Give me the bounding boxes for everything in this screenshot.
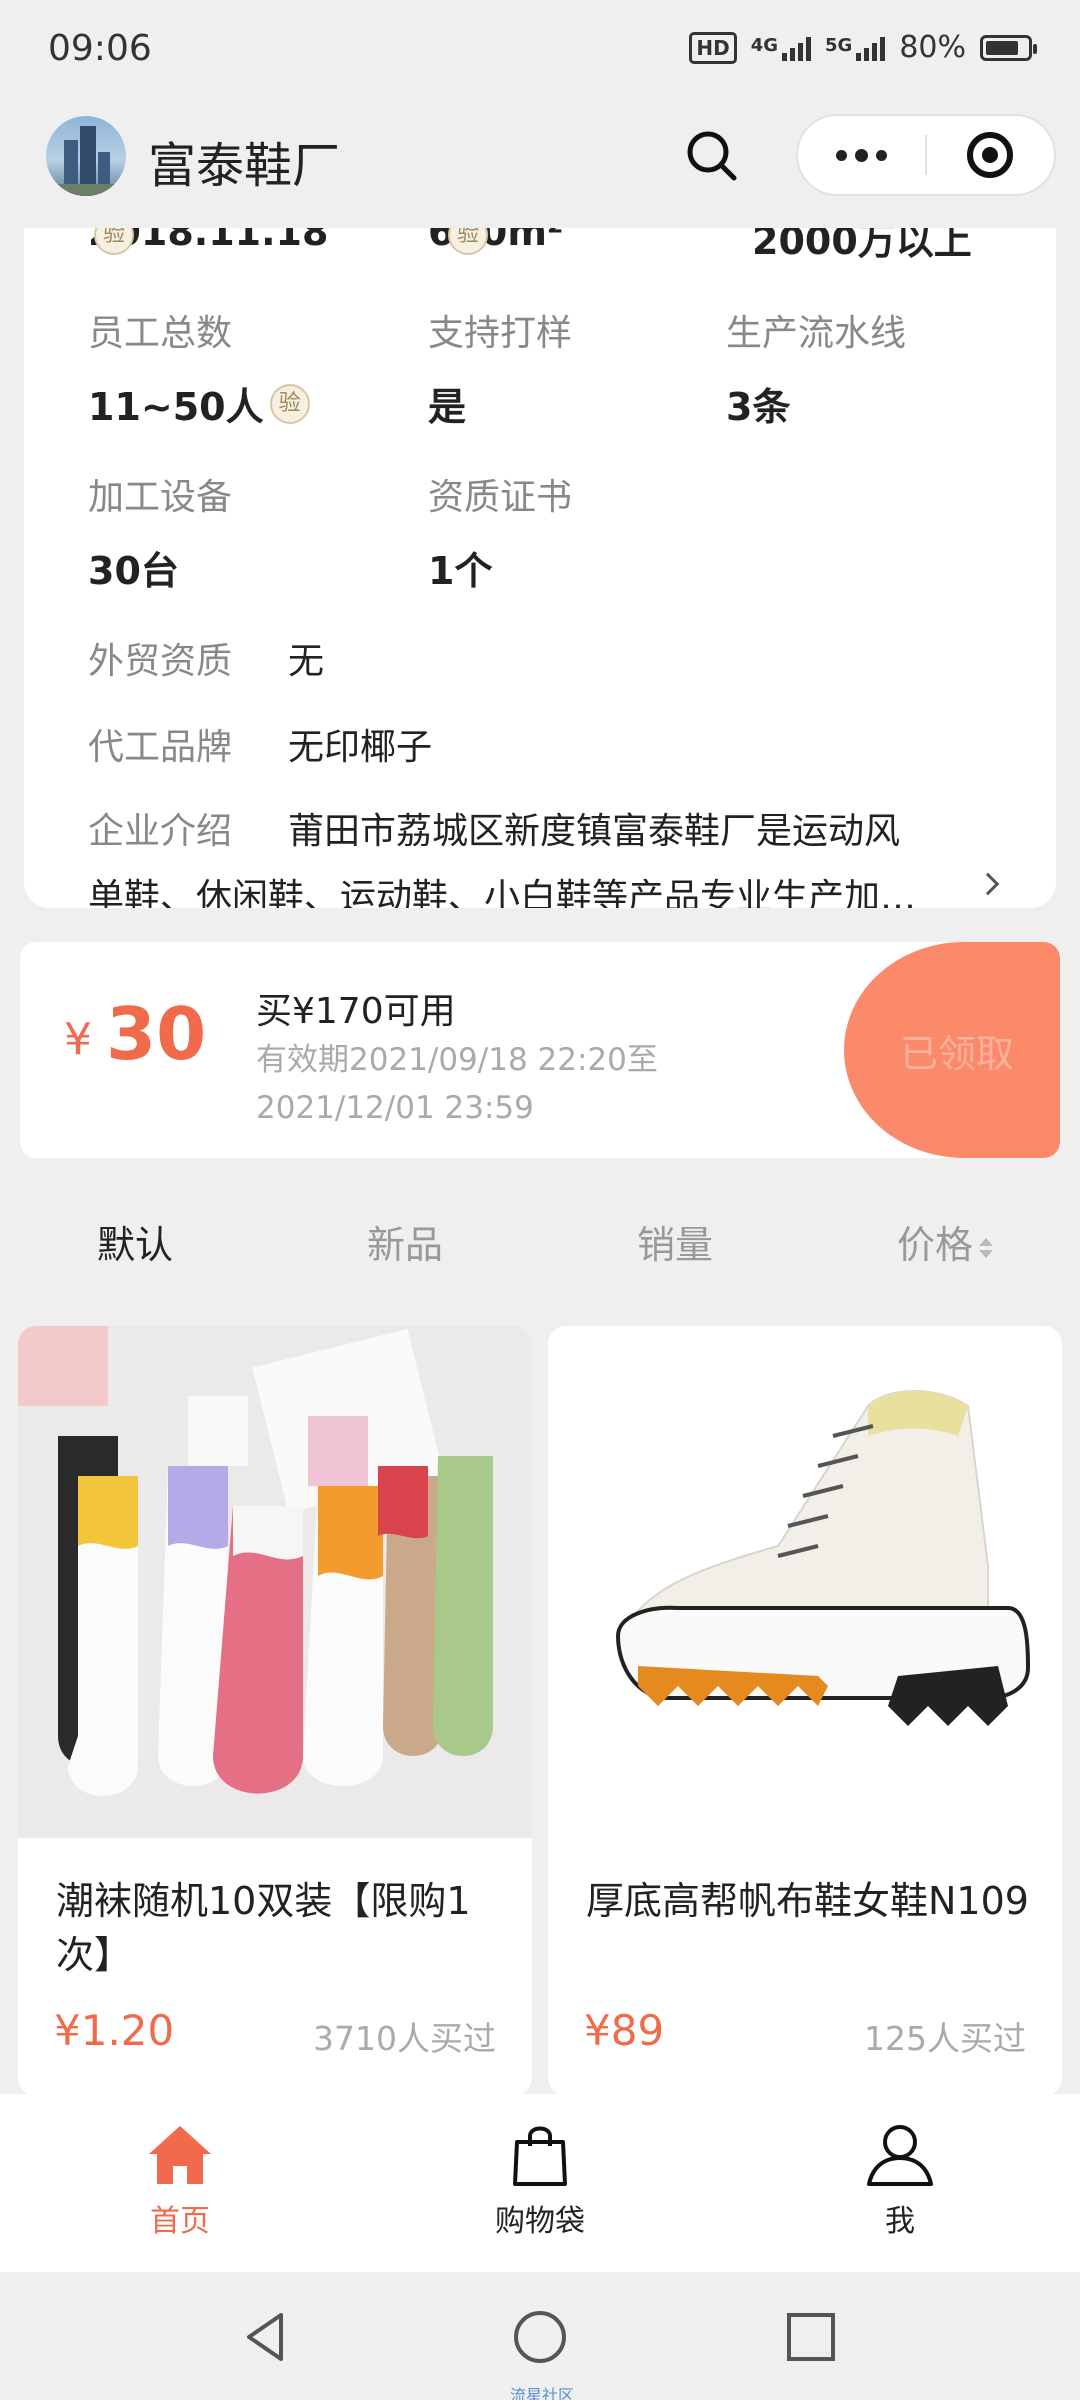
target-close-icon[interactable] <box>927 116 1054 194</box>
product-image-socks[interactable] <box>18 1326 532 1838</box>
title-bar: 富泰鞋厂 <box>0 100 1080 228</box>
stat-label: 员工总数 <box>88 313 233 354</box>
tab-sales[interactable]: 销量 <box>540 1190 810 1300</box>
coupon-currency: ¥ <box>64 1014 92 1065</box>
stat-value: 3条 <box>726 385 791 429</box>
signal-5g-icon: 5G <box>825 34 886 61</box>
stat-label: 加工设备 <box>88 477 233 518</box>
tab-new[interactable]: 新品 <box>270 1190 540 1300</box>
stat-label: 支持打样 <box>428 313 573 354</box>
coupon-validity-start: 有效期2021/09/18 22:20至 <box>256 1042 658 1078</box>
more-dots-icon[interactable] <box>798 116 925 194</box>
row-foreign-trade: 外贸资质 无 <box>88 632 324 684</box>
stat-label: 资质证书 <box>428 477 573 518</box>
row-key: 代工品牌 <box>88 727 233 768</box>
verified-badge-icon: 验 <box>269 383 310 424</box>
stat-production-lines: 生产流水线 3条 <box>726 304 906 431</box>
revenue-value: 2000万以上 <box>752 228 972 263</box>
product-title[interactable]: 厚底高帮帆布鞋女鞋N109 <box>586 1874 1036 1928</box>
mini-program-capsule <box>796 114 1056 196</box>
company-intro-continued[interactable]: 单鞋、休闲鞋、运动鞋、小白鞋等产品专业生产加… <box>88 868 1018 908</box>
sort-tabs: 默认 新品 销量 价格 <box>0 1190 1080 1300</box>
product-sold-count: 3710人买过 <box>313 2019 496 2058</box>
coupon-validity-end: 2021/12/01 23:59 <box>256 1090 534 1126</box>
home-icon <box>149 2126 211 2184</box>
signal-4g-icon: 4G <box>751 35 811 61</box>
tab-price-label: 价格 <box>896 1223 973 1267</box>
coupon-condition: 买¥170可用 <box>256 991 456 1032</box>
tab-default[interactable]: 默认 <box>0 1190 270 1300</box>
product-price: ¥1.20 <box>54 2006 175 2055</box>
tab-home[interactable]: 首页 <box>0 2094 360 2272</box>
tab-me-label: 我 <box>885 2204 915 2239</box>
stat-label: 生产流水线 <box>726 313 907 354</box>
shopping-bag-icon <box>513 2126 567 2186</box>
stat-value: 1个 <box>428 549 493 593</box>
sort-arrows-icon <box>979 1237 993 1258</box>
watermark: 流星社区 <box>510 2386 575 2400</box>
battery-percent: 80% <box>899 30 966 65</box>
system-nav-bar <box>0 2272 1080 2400</box>
stat-value: 11~50人验 <box>88 376 310 431</box>
row-key: 企业介绍 <box>88 811 233 852</box>
product-card[interactable]: 潮袜随机10双装【限购1次】 ¥1.20 3710人买过 <box>18 1326 532 2096</box>
tab-me[interactable]: 我 <box>720 2094 1080 2272</box>
search-icon[interactable] <box>680 124 744 188</box>
stat-sampling: 支持打样 是 <box>428 304 572 431</box>
product-image-sneaker[interactable] <box>548 1326 1062 1838</box>
store-name[interactable]: 富泰鞋厂 <box>148 126 340 196</box>
user-icon <box>867 2125 933 2186</box>
product-sold-count: 125人买过 <box>864 2019 1026 2058</box>
tab-home-label: 首页 <box>150 2204 210 2239</box>
status-bar: 09:06 HD 4G 5G 80% <box>0 0 1080 100</box>
row-value: 莆田市荔城区新度镇富泰鞋厂是运动风 <box>288 811 901 852</box>
status-time: 09:06 <box>48 28 152 69</box>
status-icons: HD 4G 5G 80% <box>689 30 1037 65</box>
tab-shopping-bag-label: 购物袋 <box>495 2204 585 2239</box>
product-card[interactable]: 厚底高帮帆布鞋女鞋N109 ¥89 125人买过 <box>548 1326 1062 2096</box>
battery-icon <box>980 34 1037 61</box>
product-price: ¥89 <box>584 2006 665 2055</box>
product-title[interactable]: 潮袜随机10双装【限购1次】 <box>56 1874 506 1982</box>
store-avatar[interactable] <box>46 116 126 196</box>
hd-icon: HD <box>689 31 737 64</box>
founded-date-value: 2018.11.18 验 <box>88 228 328 255</box>
recents-square-icon[interactable] <box>776 2302 846 2372</box>
coupon-claimed-button[interactable]: 已领取 <box>844 942 1060 1158</box>
bottom-tab-bar: 首页 购物袋 我 <box>0 2094 1080 2272</box>
stat-value: 是 <box>428 385 467 429</box>
row-key: 外贸资质 <box>88 641 233 682</box>
coupon-validity: 有效期2021/09/18 22:20至 2021/12/01 23:59 <box>256 1036 676 1132</box>
back-icon[interactable] <box>232 2302 302 2372</box>
coupon-amount: 30 <box>106 992 207 1076</box>
home-circle-icon[interactable] <box>505 2302 575 2372</box>
net-label-4g: 4G <box>750 34 778 56</box>
stat-value: 30台 <box>88 549 179 593</box>
tab-shopping-bag[interactable]: 购物袋 <box>360 2094 720 2272</box>
row-company-intro[interactable]: 企业介绍 莆田市荔城区新度镇富泰鞋厂是运动风 <box>88 802 900 854</box>
row-value: 无印椰子 <box>288 727 433 768</box>
row-oem-brand: 代工品牌 无印椰子 <box>88 718 432 770</box>
stat-equipment: 加工设备 30台 <box>88 468 232 595</box>
row-value: 无 <box>288 641 325 682</box>
stat-employees: 员工总数 11~50人验 <box>88 304 310 431</box>
tab-price[interactable]: 价格 <box>810 1190 1080 1300</box>
area-value: 640m² 验 <box>428 228 564 255</box>
factory-info-card: 2018.11.18 验 640m² 验 2000万以上 员工总数 11~50人验 … <box>24 228 1056 908</box>
stat-certificates: 资质证书 1个 <box>428 468 572 595</box>
coupon-card: ¥ 30 买¥170可用 有效期2021/09/18 22:20至 2021/1… <box>20 942 1060 1158</box>
net-label-5g: 5G <box>825 34 853 56</box>
